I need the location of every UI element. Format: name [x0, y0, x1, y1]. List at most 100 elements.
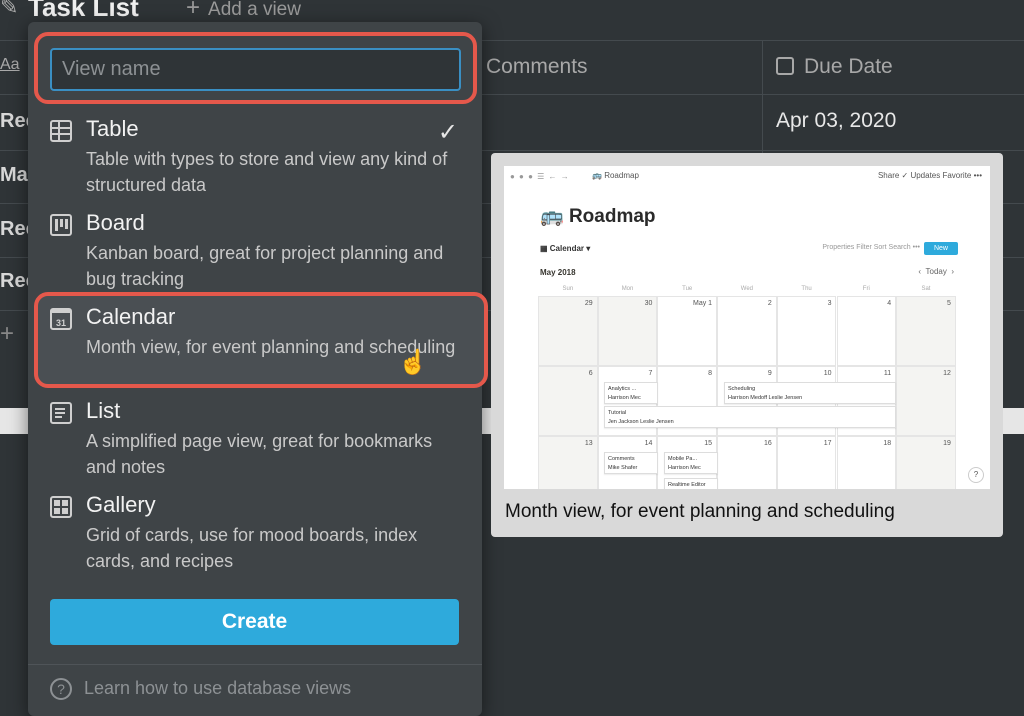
view-option-label: Table — [86, 116, 139, 141]
view-option-label: List — [86, 398, 121, 423]
name-column-icon: Aa — [0, 56, 20, 73]
view-option-description: Table with types to store and view any k… — [86, 149, 448, 195]
calendar-day-cell: 18 — [836, 436, 897, 489]
preview-event: Scheduling Harrison Medoff Leslie Jensen — [724, 382, 896, 404]
event-person: Harrison Mec — [668, 465, 701, 471]
preview-title: 🚌 Roadmap — [540, 204, 656, 228]
view-name-highlight — [34, 32, 477, 104]
view-option-gallery[interactable]: Gallery Grid of cards, use for mood boar… — [28, 492, 482, 590]
learn-link[interactable]: ? Learn how to use database views — [50, 678, 352, 701]
preview-new-button: New — [924, 242, 958, 255]
calendar-day-cell: 5 — [896, 296, 956, 366]
preview-event: Tutorial Jen Jackson Leslie Jensen — [604, 406, 896, 428]
comments-column-header[interactable]: Comments — [486, 55, 588, 79]
board-icon — [50, 214, 72, 236]
day-label: Tue — [682, 286, 693, 292]
event-person: Harrison Mec — [608, 395, 641, 401]
view-name-input[interactable] — [50, 48, 461, 91]
preview-today-label: Today — [925, 267, 947, 276]
view-preview-card: ● ● ● ☰ ← → 🚌 Roadmap Share ✓ Updates Fa… — [491, 153, 1003, 537]
add-view-label: Add a view — [208, 0, 301, 20]
calendar-day-cell: 29 — [538, 296, 598, 366]
list-icon — [50, 402, 72, 424]
preview-toolbar: Properties Filter Sort Search ••• — [822, 244, 920, 251]
calendar-day-cell: 4 — [836, 296, 897, 366]
preview-event: Realtime Editor — [664, 478, 718, 489]
preview-caption: Month view, for event planning and sched… — [505, 501, 895, 522]
checkmark-icon: ✓ — [437, 119, 458, 146]
view-option-label: Board — [86, 210, 145, 235]
calendar-day-cell: 30 — [597, 296, 658, 366]
preview-calendar-grid: Sun Mon Tue Wed Thu Fri Sat 29 30 May 1234… — [538, 282, 956, 489]
view-option-description: Grid of cards, use for mood boards, inde… — [86, 525, 418, 571]
view-option-board[interactable]: Board Kanban board, great for project pl… — [28, 210, 482, 308]
view-option-description: Kanban board, great for project planning… — [86, 243, 444, 289]
event-title: Realtime Editor — [668, 482, 706, 488]
plus-icon: + — [186, 0, 201, 21]
event-title: Analytics ... — [608, 386, 637, 392]
view-option-calendar[interactable]: 31 Calendar Month view, for event planni… — [28, 304, 482, 402]
calendar-day-cell: 13 — [538, 436, 598, 489]
calendar-day-cell: May 1 — [657, 296, 718, 366]
preview-breadcrumb: 🚌 Roadmap — [592, 171, 639, 180]
calendar-day-cell: 2 — [717, 296, 777, 366]
event-people: Harrison Medoff Leslie Jensen — [728, 395, 803, 401]
event-title: Tutorial — [608, 410, 627, 416]
calendar-day-cell: 17 — [776, 436, 837, 489]
preview-view-selector: ▦ Calendar ▾ — [540, 244, 591, 253]
menu-divider — [28, 664, 482, 665]
calendar-day-cell: 16 — [717, 436, 777, 489]
preview-event: Comments Mike Shafer — [604, 452, 658, 474]
create-button[interactable]: Create — [50, 599, 459, 645]
calendar-day-cell: 12 — [896, 366, 956, 436]
due-date-cell[interactable]: Apr 03, 2020 — [776, 109, 896, 133]
preview-crumb-label: Roadmap — [604, 171, 639, 180]
edit-icon: ✎ — [0, 0, 19, 19]
preview-event: Mobile Pa... Harrison Mec — [664, 452, 718, 474]
hand-cursor-icon: ☝ — [398, 349, 428, 376]
help-icon: ? — [50, 678, 72, 701]
due-date-label: Due Date — [804, 55, 893, 78]
window-controls-icon: ● ● ● ☰ ← → — [510, 172, 570, 181]
event-person: Mike Shafer — [608, 465, 638, 471]
preview-title-text: Roadmap — [568, 206, 656, 227]
due-date-column-header[interactable]: Due Date — [776, 55, 893, 79]
day-label: Sun — [562, 286, 574, 292]
day-label: Mon — [621, 286, 634, 292]
calendar-day-cell: 19 — [896, 436, 956, 489]
event-people: Jen Jackson Leslie Jensen — [608, 419, 674, 425]
row-name[interactable]: Ma — [0, 164, 28, 187]
calendar-day-cell: 6 — [538, 366, 598, 436]
learn-label: Learn how to use database views — [84, 678, 352, 698]
bus-icon: 🚌 — [540, 206, 564, 227]
gallery-icon — [50, 496, 72, 518]
table-icon — [50, 120, 72, 142]
day-label: Sat — [921, 286, 931, 292]
calendar-icon — [776, 57, 794, 75]
preview-event: Analytics ... Harrison Mec — [604, 382, 658, 404]
view-option-description: A simplified page view, great for bookma… — [86, 431, 433, 477]
calendar-day-cell: 3 — [776, 296, 837, 366]
add-row-icon[interactable]: + — [0, 320, 14, 348]
calendar-icon: 31 — [50, 308, 72, 330]
preview-day-header: Sun Mon Tue Wed Thu Fri Sat — [538, 282, 956, 296]
preview-month: May 2018 — [540, 268, 576, 277]
add-view-button[interactable]: + Add a view — [186, 0, 301, 22]
add-view-menu: Table ✓ Table with types to store and vi… — [28, 22, 488, 716]
view-option-list[interactable]: List A simplified page view, great for b… — [28, 398, 482, 496]
view-option-label: Gallery — [86, 492, 156, 517]
preview-topbar-actions: Share ✓ Updates Favorite ••• — [877, 171, 982, 180]
preview-screenshot: ● ● ● ☰ ← → 🚌 Roadmap Share ✓ Updates Fa… — [504, 166, 990, 489]
view-option-table[interactable]: Table ✓ Table with types to store and vi… — [28, 116, 482, 214]
day-label: Wed — [740, 286, 754, 292]
event-title: Mobile Pa... — [668, 456, 698, 462]
preview-help-icon: ? — [968, 467, 984, 483]
event-title: Scheduling — [728, 386, 756, 392]
day-label: Fri — [862, 286, 870, 292]
preview-view-label: Calendar — [549, 244, 585, 253]
page-title: Task List — [28, 0, 139, 22]
preview-today-nav: ‹ Today › — [918, 267, 954, 276]
event-title: Comments — [608, 456, 635, 462]
view-option-label: Calendar — [86, 304, 176, 329]
bus-icon: 🚌 — [592, 171, 602, 180]
